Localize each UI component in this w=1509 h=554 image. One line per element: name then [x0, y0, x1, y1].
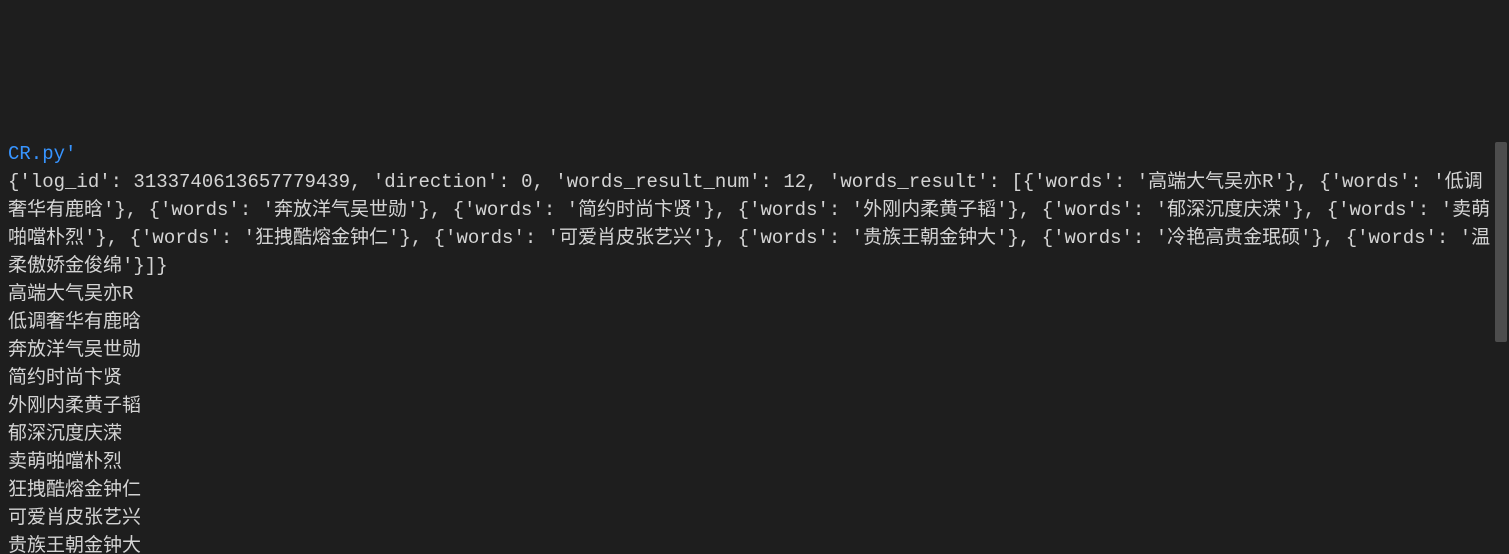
words-line: 贵族王朝金钟大: [8, 535, 141, 554]
words-line: 狂拽酷熔金钟仁: [8, 479, 141, 501]
words-line: 简约时尚卞贤: [8, 367, 122, 389]
words-line: 郁深沉度庆溁: [8, 423, 122, 445]
words-line: 卖萌啪噹朴烈: [8, 451, 122, 473]
vertical-scrollbar[interactable]: [1495, 142, 1507, 342]
dict-output: {'log_id': 3133740613657779439, 'directi…: [8, 171, 1490, 277]
words-line: 低调奢华有鹿晗: [8, 311, 141, 333]
script-filename: CR.py': [8, 143, 76, 165]
words-line: 外刚内柔黄子韬: [8, 395, 141, 417]
words-line: 奔放洋气吴世勋: [8, 339, 141, 361]
words-line: 高端大气吴亦R: [8, 283, 133, 305]
terminal-output[interactable]: CR.py' {'log_id': 3133740613657779439, '…: [0, 140, 1509, 554]
